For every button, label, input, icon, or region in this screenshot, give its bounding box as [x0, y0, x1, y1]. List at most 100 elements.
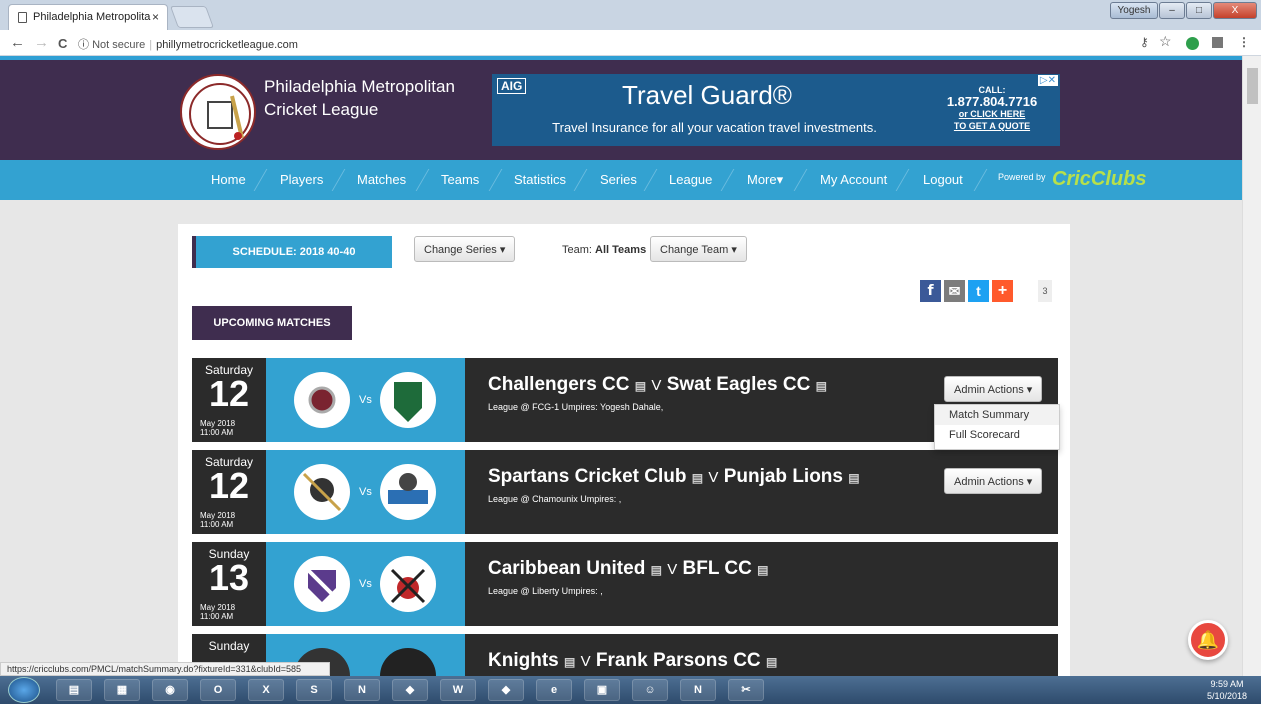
- email-share-icon[interactable]: ✉: [944, 280, 965, 302]
- extension-icon[interactable]: [1212, 37, 1223, 48]
- page-viewport: Philadelphia Metropolitan Cricket League…: [0, 56, 1242, 676]
- notification-bell-icon[interactable]: 🔔: [1188, 620, 1228, 660]
- chrome-icon[interactable]: ◉: [152, 679, 188, 701]
- word-icon[interactable]: W: [440, 679, 476, 701]
- forward-icon[interactable]: →: [34, 34, 49, 51]
- close-window-button[interactable]: X: [1213, 2, 1257, 19]
- scrollbar-thumb[interactable]: [1247, 68, 1258, 104]
- app-icon[interactable]: ▣: [584, 679, 620, 701]
- league-logo[interactable]: [180, 74, 256, 150]
- new-tab-button[interactable]: [169, 6, 215, 28]
- ad-banner[interactable]: AIG Travel Guard® Travel Insurance for a…: [492, 74, 1060, 146]
- minimize-button[interactable]: –: [1159, 2, 1185, 19]
- app-icon[interactable]: ◆: [392, 679, 428, 701]
- menu-league[interactable]: League: [669, 172, 712, 187]
- match-date-number: 12: [208, 373, 250, 414]
- team1-name[interactable]: Spartans Cricket Club: [488, 466, 687, 487]
- full-scorecard-option[interactable]: Full Scorecard: [935, 425, 1059, 445]
- explorer-icon[interactable]: ▤: [56, 679, 92, 701]
- user-profile-button[interactable]: Yogesh: [1110, 2, 1158, 19]
- excel-icon[interactable]: X: [248, 679, 284, 701]
- browser-tab[interactable]: Philadelphia Metropolita ×: [8, 4, 168, 30]
- team-logo[interactable]: [294, 464, 350, 520]
- document-icon[interactable]: ▤: [635, 379, 646, 393]
- menu-home[interactable]: Home: [211, 172, 246, 187]
- start-button[interactable]: [8, 677, 40, 703]
- reload-icon[interactable]: C: [58, 36, 67, 51]
- ad-subtitle: Travel Insurance for all your vacation t…: [552, 120, 877, 135]
- team1-name[interactable]: Caribbean United: [488, 558, 645, 579]
- admin-actions-button[interactable]: Admin Actions ▾: [944, 468, 1043, 494]
- document-icon[interactable]: ▤: [757, 563, 768, 577]
- key-icon[interactable]: ⚷: [1140, 35, 1149, 49]
- maximize-button[interactable]: □: [1186, 2, 1212, 19]
- team2-name[interactable]: Swat Eagles CC: [667, 374, 811, 395]
- team-logos: Vs: [266, 542, 465, 626]
- team1-name[interactable]: Knights: [488, 650, 559, 671]
- team-logo[interactable]: [380, 372, 436, 428]
- match-title[interactable]: Knights ▤ V Frank Parsons CC ▤: [488, 650, 777, 672]
- document-icon[interactable]: ▤: [766, 655, 777, 669]
- snipping-tool-icon[interactable]: ✂: [728, 679, 764, 701]
- versus-label: V: [708, 469, 719, 486]
- ad-quote-link[interactable]: TO GET A QUOTE: [932, 120, 1052, 132]
- change-series-button[interactable]: Change Series ▾: [414, 236, 516, 262]
- versus-label: V: [651, 377, 662, 394]
- cricclubs-logo[interactable]: CricClubs: [1052, 168, 1146, 191]
- menu-statistics[interactable]: Statistics: [514, 172, 566, 187]
- match-summary-option[interactable]: Match Summary: [935, 405, 1059, 425]
- ad-click-here[interactable]: or CLICK HERE: [932, 108, 1052, 120]
- menu-my-account[interactable]: My Account: [820, 172, 887, 187]
- system-clock[interactable]: 9:59 AM 5/10/2018: [1207, 678, 1247, 702]
- team2-name[interactable]: BFL CC: [683, 558, 752, 579]
- site-name[interactable]: Philadelphia Metropolitan Cricket League: [264, 75, 464, 121]
- menu-more[interactable]: More▾: [747, 172, 783, 188]
- back-icon[interactable]: ←: [10, 34, 25, 51]
- change-team-button[interactable]: Change Team ▾: [650, 236, 747, 262]
- menu-series[interactable]: Series: [600, 172, 637, 187]
- outlook-icon[interactable]: O: [200, 679, 236, 701]
- calculator-icon[interactable]: ▦: [104, 679, 140, 701]
- document-icon[interactable]: ▤: [692, 471, 703, 485]
- team-logo[interactable]: [380, 464, 436, 520]
- address-bar: ← → C ⓘ Not secure | phillymetrocricketlea…: [0, 30, 1261, 56]
- skype-icon[interactable]: S: [296, 679, 332, 701]
- extension-icon[interactable]: [1186, 37, 1199, 50]
- document-icon[interactable]: ▤: [848, 471, 859, 485]
- admin-actions-button[interactable]: Admin Actions ▾: [944, 376, 1043, 402]
- menu-logout[interactable]: Logout: [923, 172, 963, 187]
- star-icon[interactable]: ☆: [1159, 33, 1172, 50]
- team-logo[interactable]: [380, 648, 436, 676]
- twitter-share-icon[interactable]: t: [968, 280, 989, 302]
- onenote-icon[interactable]: N: [344, 679, 380, 701]
- team-logo[interactable]: [294, 556, 350, 612]
- document-icon[interactable]: ▤: [651, 563, 662, 577]
- app-icon[interactable]: ◆: [488, 679, 524, 701]
- document-icon[interactable]: ▤: [816, 379, 827, 393]
- match-title[interactable]: Caribbean United ▤ V BFL CC ▤: [488, 558, 768, 580]
- team-logo[interactable]: [380, 556, 436, 612]
- match-row: Sunday 13 May 2018 11:00 AM Vs Caribbean …: [192, 542, 1058, 626]
- menu-icon[interactable]: ⋮: [1238, 35, 1250, 49]
- menu-players[interactable]: Players: [280, 172, 323, 187]
- team1-name[interactable]: Challengers CC: [488, 374, 629, 395]
- team-logo[interactable]: [294, 372, 350, 428]
- close-tab-icon[interactable]: ×: [152, 10, 159, 24]
- internet-explorer-icon[interactable]: e: [536, 679, 572, 701]
- menu-teams[interactable]: Teams: [441, 172, 479, 187]
- more-share-icon[interactable]: +: [992, 280, 1013, 302]
- facebook-share-icon[interactable]: f: [920, 280, 941, 302]
- match-title[interactable]: Challengers CC ▤ V Swat Eagles CC ▤: [488, 374, 827, 396]
- team2-name[interactable]: Punjab Lions: [724, 466, 843, 487]
- match-title[interactable]: Spartans Cricket Club ▤ V Punjab Lions ▤: [488, 466, 860, 488]
- app-icon[interactable]: ☺: [632, 679, 668, 701]
- adchoices-icon[interactable]: ▷✕: [1037, 75, 1058, 86]
- team2-name[interactable]: Frank Parsons CC: [596, 650, 761, 671]
- document-icon[interactable]: ▤: [564, 655, 575, 669]
- vs-label: Vs: [359, 578, 372, 590]
- page-scrollbar[interactable]: [1242, 56, 1261, 676]
- url-input[interactable]: ⓘ Not secure | phillymetrocricketleague.co…: [78, 33, 1118, 53]
- info-icon[interactable]: ⓘ: [78, 39, 92, 51]
- onenote-icon[interactable]: N: [680, 679, 716, 701]
- menu-matches[interactable]: Matches: [357, 172, 406, 187]
